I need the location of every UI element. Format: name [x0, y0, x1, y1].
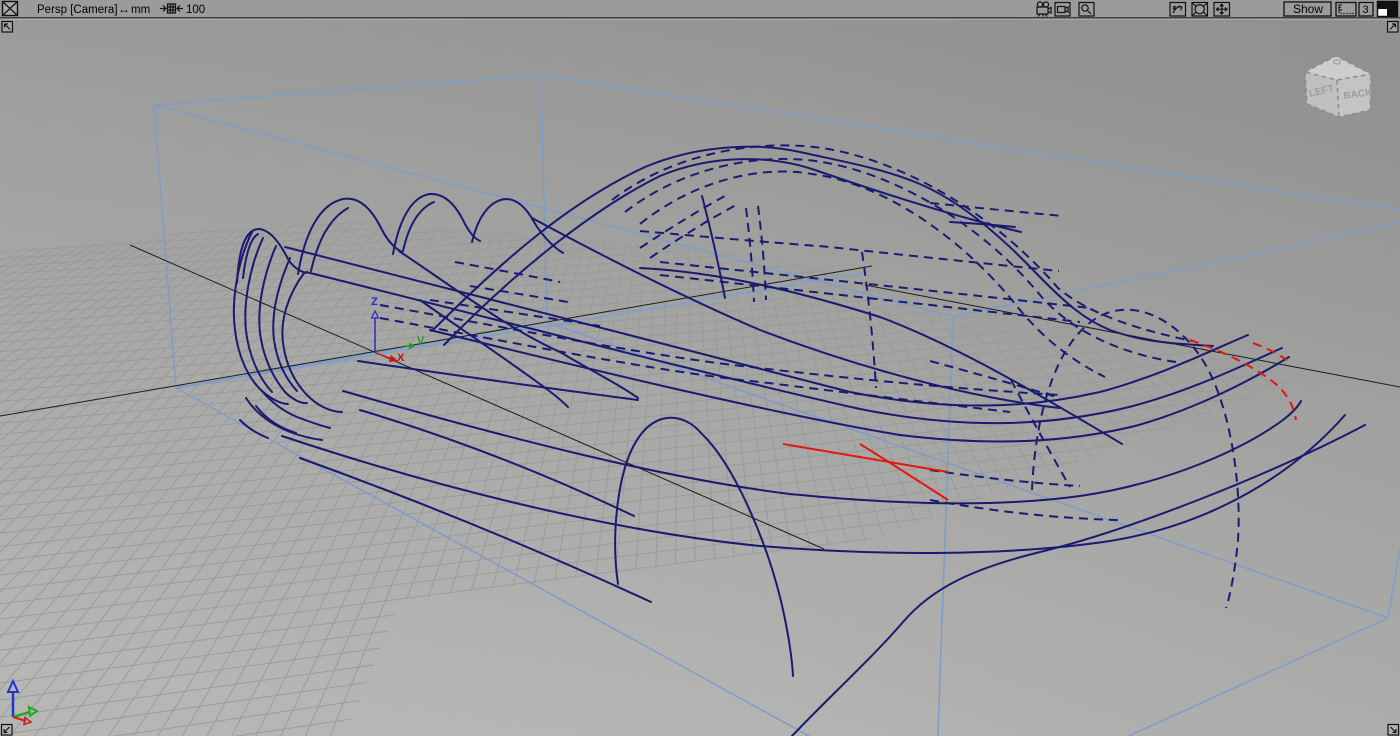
svg-text:↔: ↔ — [118, 2, 130, 16]
svg-text:Z: Z — [371, 296, 378, 308]
svg-text:Show: Show — [1293, 2, 1323, 16]
svg-text:V: V — [417, 335, 425, 347]
svg-text:Persp [Camera]: Persp [Camera] — [37, 4, 118, 16]
svg-text:100: 100 — [186, 4, 205, 16]
svg-text:mm: mm — [131, 4, 150, 16]
svg-text:3: 3 — [1363, 4, 1369, 16]
svg-text:X: X — [397, 352, 405, 364]
